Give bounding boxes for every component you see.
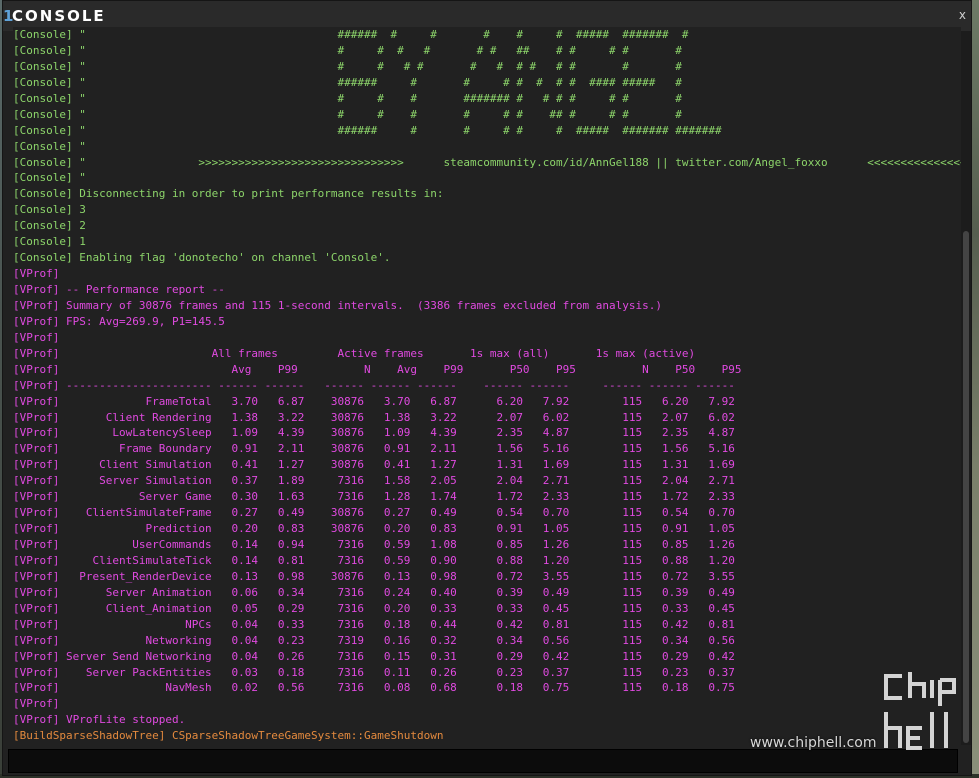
console-line: [Console] " >>>>>>>>>>>>>>>>>>>>>>>>>>>>… — [13, 155, 961, 169]
console-line: [Console] Enabling flag 'donotecho' on c… — [13, 251, 391, 265]
console-line: [VProf] Server Animation 0.06 0.34 7316 … — [13, 585, 735, 599]
console-title: CONSOLE — [12, 7, 106, 25]
console-line: [VProf] UserCommands 0.14 0.94 7316 0.59… — [13, 538, 735, 551]
console-line: [Console] 2 — [13, 219, 86, 233]
console-line: [Console] 1 — [13, 235, 86, 249]
console-line: [Console] " ###### # # # # # ##### #####… — [13, 123, 722, 137]
console-line: [VProf] Client Simulation 0.41 1.27 3087… — [13, 458, 735, 472]
console-line: [VProf] LowLatencySleep 1.09 4.39 30876 … — [13, 426, 735, 440]
console-line: [VProf] Client_Animation 0.05 0.29 7316 … — [13, 601, 735, 615]
console-input[interactable] — [8, 749, 958, 773]
console-line: [VProf] Prediction 0.20 0.83 30876 0.20 … — [13, 522, 735, 536]
scrollbar-thumb[interactable] — [963, 231, 969, 743]
console-line: [Console] " # # # # # # ## # # # # # — [13, 43, 682, 57]
console-line: [Console] " # # # # # # ## # # # # — [13, 107, 682, 121]
console-line: [Console] " — [13, 139, 86, 153]
console-line: [VProf] All frames Active frames 1s max … — [13, 346, 696, 360]
console-line: [VProf] — [13, 697, 60, 711]
console-line: [Console] " — [13, 171, 86, 185]
console-line: [VProf] ClientSimulateTick 0.14 0.81 731… — [13, 553, 735, 567]
console-line: [VProf] Server PackEntities 0.03 0.18 73… — [13, 665, 735, 679]
console-line: [VProf] Present_RenderDevice 0.13 0.98 3… — [13, 569, 735, 583]
console-line: [VProf] — [13, 330, 60, 344]
console-line: [VProf] ---------------------- ------ --… — [13, 378, 735, 392]
console-line: [VProf] FrameTotal 3.70 6.87 30876 3.70 … — [13, 394, 735, 408]
console-line: [Console] " # # # ####### # # # # # # # — [13, 91, 682, 105]
scrollbar[interactable] — [961, 31, 971, 745]
console-line: [VProf] Client Rendering 1.38 3.22 30876… — [13, 410, 735, 424]
console-line: [VProf] — [13, 267, 60, 281]
console-line: [VProf] Networking 0.04 0.23 7319 0.16 0… — [13, 633, 735, 647]
console-line: [VProf] Frame Boundary 0.91 2.11 30876 0… — [13, 442, 735, 456]
console-line: [Console] 3 — [13, 203, 86, 217]
console-line: [VProf] Avg P99 N Avg P99 P50 P95 N P50 … — [13, 362, 742, 376]
console-line: [VProf] Server Game 0.30 1.63 7316 1.28 … — [13, 490, 735, 504]
console-line: [VProf] NPCs 0.04 0.33 7316 0.18 0.44 0.… — [13, 617, 735, 631]
close-button[interactable]: x — [959, 8, 966, 22]
console-line: [VProf] Server Simulation 0.37 1.89 7316… — [13, 474, 735, 488]
console-output[interactable]: [Console] " ###### # # # # # ##### #####… — [13, 27, 961, 747]
chiphell-logo — [884, 672, 956, 750]
console-line: [Console] " ###### # # # # # # # #### ##… — [13, 75, 682, 89]
console-line: [VProf] FPS: Avg=269.9, P1=145.5 — [13, 314, 225, 328]
watermark-url: www.chiphell.com — [750, 735, 877, 751]
console-line: [VProf] VProfLite stopped. — [13, 713, 186, 727]
console-line: [VProf] NavMesh 0.02 0.56 7316 0.08 0.68… — [13, 681, 735, 695]
console-line: [Console] " # # # # # # # # # # # # — [13, 59, 682, 73]
console-window: 1 CONSOLE x [Console] " ###### # # # # #… — [2, 0, 972, 776]
console-line: [VProf] ClientSimulateFrame 0.27 0.49 30… — [13, 506, 735, 520]
console-line: [VProf] Summary of 30876 frames and 115 … — [13, 298, 663, 312]
console-line: [Console] " ###### # # # # # ##### #####… — [13, 28, 689, 41]
console-line: [VProf] Server Send Networking 0.04 0.26… — [13, 649, 735, 663]
console-line: [VProf] -- Performance report -- — [13, 283, 225, 296]
console-line: [Console] Disconnecting in order to prin… — [13, 187, 444, 201]
